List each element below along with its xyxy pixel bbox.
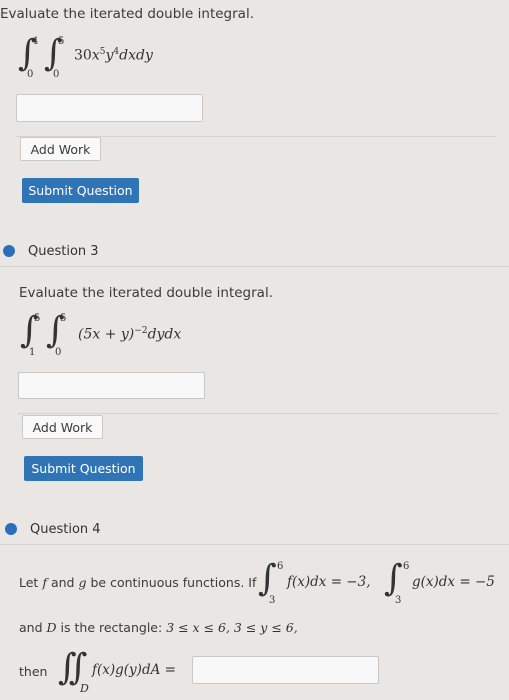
- q3-status-dot: [3, 245, 15, 257]
- q4-answer-input[interactable]: [192, 656, 379, 684]
- q3-outer-lower: 1: [29, 347, 36, 358]
- q3-add-work-button[interactable]: Add Work: [22, 415, 103, 439]
- q3-divider: [18, 413, 498, 414]
- q4-integral2-lower: 3: [395, 595, 402, 606]
- q3-heading: Question 3: [28, 244, 99, 259]
- q3-heading-divider: [0, 266, 509, 267]
- q2-integrand: 30x5y4dxdy: [74, 47, 153, 64]
- q4-integral1-lower: 3: [269, 595, 276, 606]
- q2-inner-lower: 0: [53, 69, 60, 80]
- q2-answer-input[interactable]: [16, 94, 203, 122]
- q3-submit-button[interactable]: Submit Question: [24, 456, 143, 481]
- q2-add-work-button[interactable]: Add Work: [20, 137, 101, 161]
- q3-inner-upper: 5: [60, 313, 67, 324]
- q3-answer-input[interactable]: [18, 372, 205, 399]
- q2-outer-lower: 0: [27, 69, 34, 80]
- q4-double-integral-sign: ∫∫: [58, 647, 87, 688]
- q4-statement-line2: and D is the rectangle: 3 ≤ x ≤ 6, 3 ≤ y…: [19, 620, 298, 635]
- q4-integral2-body: g(x)dx = −5: [412, 574, 495, 590]
- q3-integrand: (5x + y)−2dydx: [78, 326, 182, 343]
- q4-statement-line1: Let f and g be continuous functions. If: [19, 575, 257, 590]
- q3-prompt: Evaluate the iterated double integral.: [19, 285, 273, 301]
- q4-integral2-sign: ∫: [384, 558, 403, 599]
- q4-integral1-upper: 6: [277, 561, 284, 572]
- q2-inner-upper: 5: [58, 36, 65, 47]
- q4-heading-divider: [0, 544, 509, 545]
- q4-then-body: f(x)g(y)dA =: [92, 662, 176, 678]
- q4-integral1-body: f(x)dx = −3,: [287, 574, 371, 590]
- q3-inner-lower: 0: [55, 347, 62, 358]
- q4-status-dot: [5, 523, 17, 535]
- q4-then-label: then: [19, 664, 48, 679]
- q4-heading: Question 4: [30, 522, 101, 537]
- q4-region-subscript: D: [80, 682, 89, 695]
- q2-submit-button[interactable]: Submit Question: [22, 178, 139, 203]
- q2-prompt: Evaluate the iterated double integral.: [0, 6, 254, 22]
- q4-integral2-upper: 6: [403, 561, 410, 572]
- q2-outer-upper: 4: [32, 36, 39, 47]
- q4-integral1-sign: ∫: [258, 558, 277, 599]
- q3-outer-upper: 5: [34, 313, 41, 324]
